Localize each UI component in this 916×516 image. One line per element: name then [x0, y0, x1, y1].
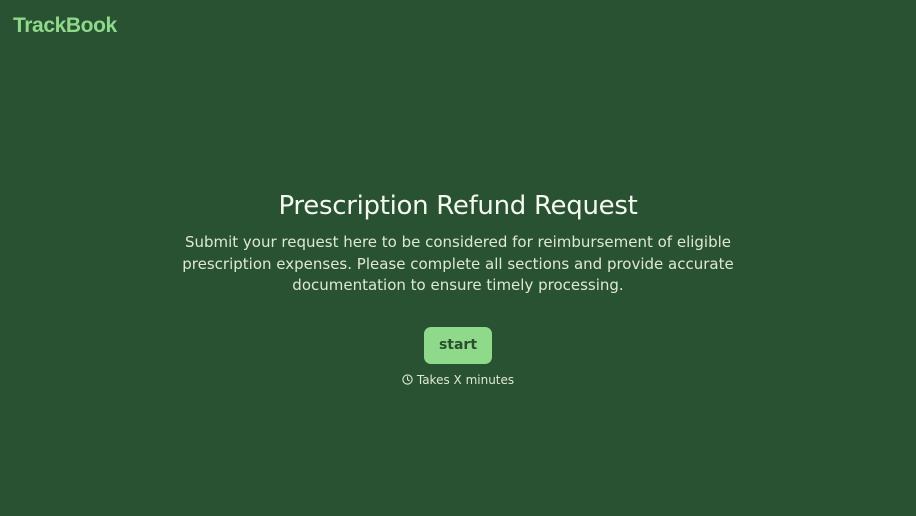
page-description: Submit your request here to be considere… — [182, 233, 734, 294]
start-button[interactable]: start — [424, 326, 492, 364]
brand-logo: TrackBook — [13, 14, 117, 37]
duration-info: Takes X minutes — [0, 372, 916, 388]
clock-icon — [402, 374, 413, 385]
page-title: Prescription Refund Request — [278, 191, 638, 221]
duration-text: Takes X minutes — [416, 372, 515, 387]
hero-section: Prescription Refund Request Submit your … — [0, 188, 916, 388]
